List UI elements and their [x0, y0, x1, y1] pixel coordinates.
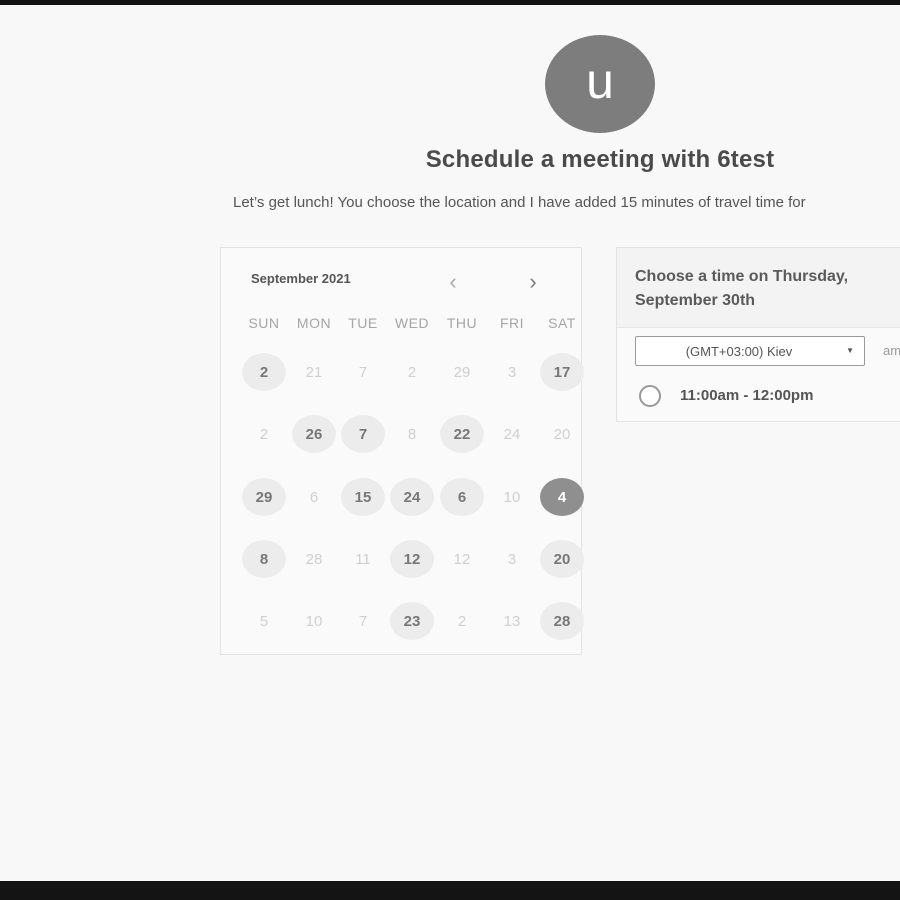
previous-month-button[interactable]: ‹ — [441, 270, 465, 294]
avatar: u — [545, 35, 655, 133]
calendar-day: 3 — [507, 363, 517, 381]
weekday-label-sat: SAT — [548, 315, 576, 331]
time-panel-header: Choose a time on Thursday, September 30t… — [617, 248, 900, 328]
weekday-label-mon: MON — [296, 315, 332, 331]
calendar-day: 2 — [457, 612, 467, 630]
calendar-day: 5 — [259, 612, 269, 630]
top-frame-bar — [0, 0, 900, 5]
time-slot-label: 11:00am - 12:00pm — [680, 387, 814, 404]
avatar-initial: u — [586, 53, 614, 109]
bottom-frame-bar — [0, 881, 900, 900]
weekday-label-fri: FRI — [499, 315, 525, 331]
weekday-label-tue: TUE — [348, 315, 378, 331]
calendar-day: 8 — [407, 425, 417, 443]
calendar-day: 21 — [305, 363, 323, 381]
calendar-day[interactable]: 24 — [390, 478, 434, 516]
calendar-day: 7 — [358, 612, 368, 630]
calendar-day[interactable]: 26 — [292, 415, 336, 453]
calendar-day: 10 — [503, 488, 521, 506]
calendar-day[interactable]: 20 — [540, 540, 584, 578]
calendar-day[interactable]: 6 — [440, 478, 484, 516]
weekday-label-thu: THU — [446, 315, 478, 331]
timezone-value: (GMT+03:00) Kiev — [685, 344, 793, 359]
calendar-day: 20 — [553, 425, 571, 443]
page-title: Schedule a meeting with 6test — [425, 146, 775, 173]
chevron-right-icon: › — [529, 269, 537, 294]
time-panel-title: Choose a time on Thursday, September 30t… — [635, 268, 849, 309]
calendar-day: 6 — [309, 488, 319, 506]
calendar-day: 10 — [305, 612, 323, 630]
calendar-day: 2 — [407, 363, 417, 381]
calendar-day[interactable]: 2 — [242, 353, 286, 391]
calendar-day: 12 — [453, 550, 471, 568]
calendar-day[interactable]: 12 — [390, 540, 434, 578]
time-slot-option[interactable]: 11:00am - 12:00pm — [639, 384, 899, 412]
calendar-day[interactable]: 22 — [440, 415, 484, 453]
calendar-day[interactable]: 28 — [540, 602, 584, 640]
calendar-day[interactable]: 15 — [341, 478, 385, 516]
weekday-label-wed: WED — [394, 315, 430, 331]
weekday-label-sun: SUN — [248, 315, 280, 331]
calendar-day: 7 — [358, 363, 368, 381]
calendar-day: 2 — [259, 425, 269, 443]
radio-button[interactable] — [639, 385, 661, 407]
calendar-day: 24 — [503, 425, 521, 443]
time-selection-panel: Choose a time on Thursday, September 30t… — [616, 247, 900, 422]
calendar: September 2021 ‹ › SUN MON TUE WED THU FRI SAT… — [220, 247, 584, 655]
calendar-day[interactable]: 23 — [390, 602, 434, 640]
chevron-left-icon: ‹ — [449, 269, 457, 294]
calendar-day[interactable]: 17 — [540, 353, 584, 391]
calendar-day[interactable]: 29 — [242, 478, 286, 516]
calendar-month-label: September 2021 — [251, 271, 351, 286]
calendar-day-selected[interactable]: 4 — [540, 478, 584, 516]
weekday-header: SUN MON TUE WED THU FRI SAT — [221, 315, 583, 335]
calendar-day: 29 — [453, 363, 471, 381]
calendar-day[interactable]: 7 — [341, 415, 385, 453]
caret-down-icon: ▼ — [846, 346, 854, 355]
calendar-day: 28 — [305, 550, 323, 568]
calendar-day: 13 — [503, 612, 521, 630]
next-month-button[interactable]: › — [521, 270, 545, 294]
calendar-day: 11 — [355, 550, 371, 568]
timezone-select[interactable]: (GMT+03:00) Kiev ▼ — [635, 336, 865, 366]
time-format-toggle[interactable]: am/pm — [883, 343, 900, 358]
meeting-description: Let’s get lunch! You choose the location… — [233, 194, 806, 211]
calendar-day: 3 — [507, 550, 517, 568]
calendar-day[interactable]: 8 — [242, 540, 286, 578]
